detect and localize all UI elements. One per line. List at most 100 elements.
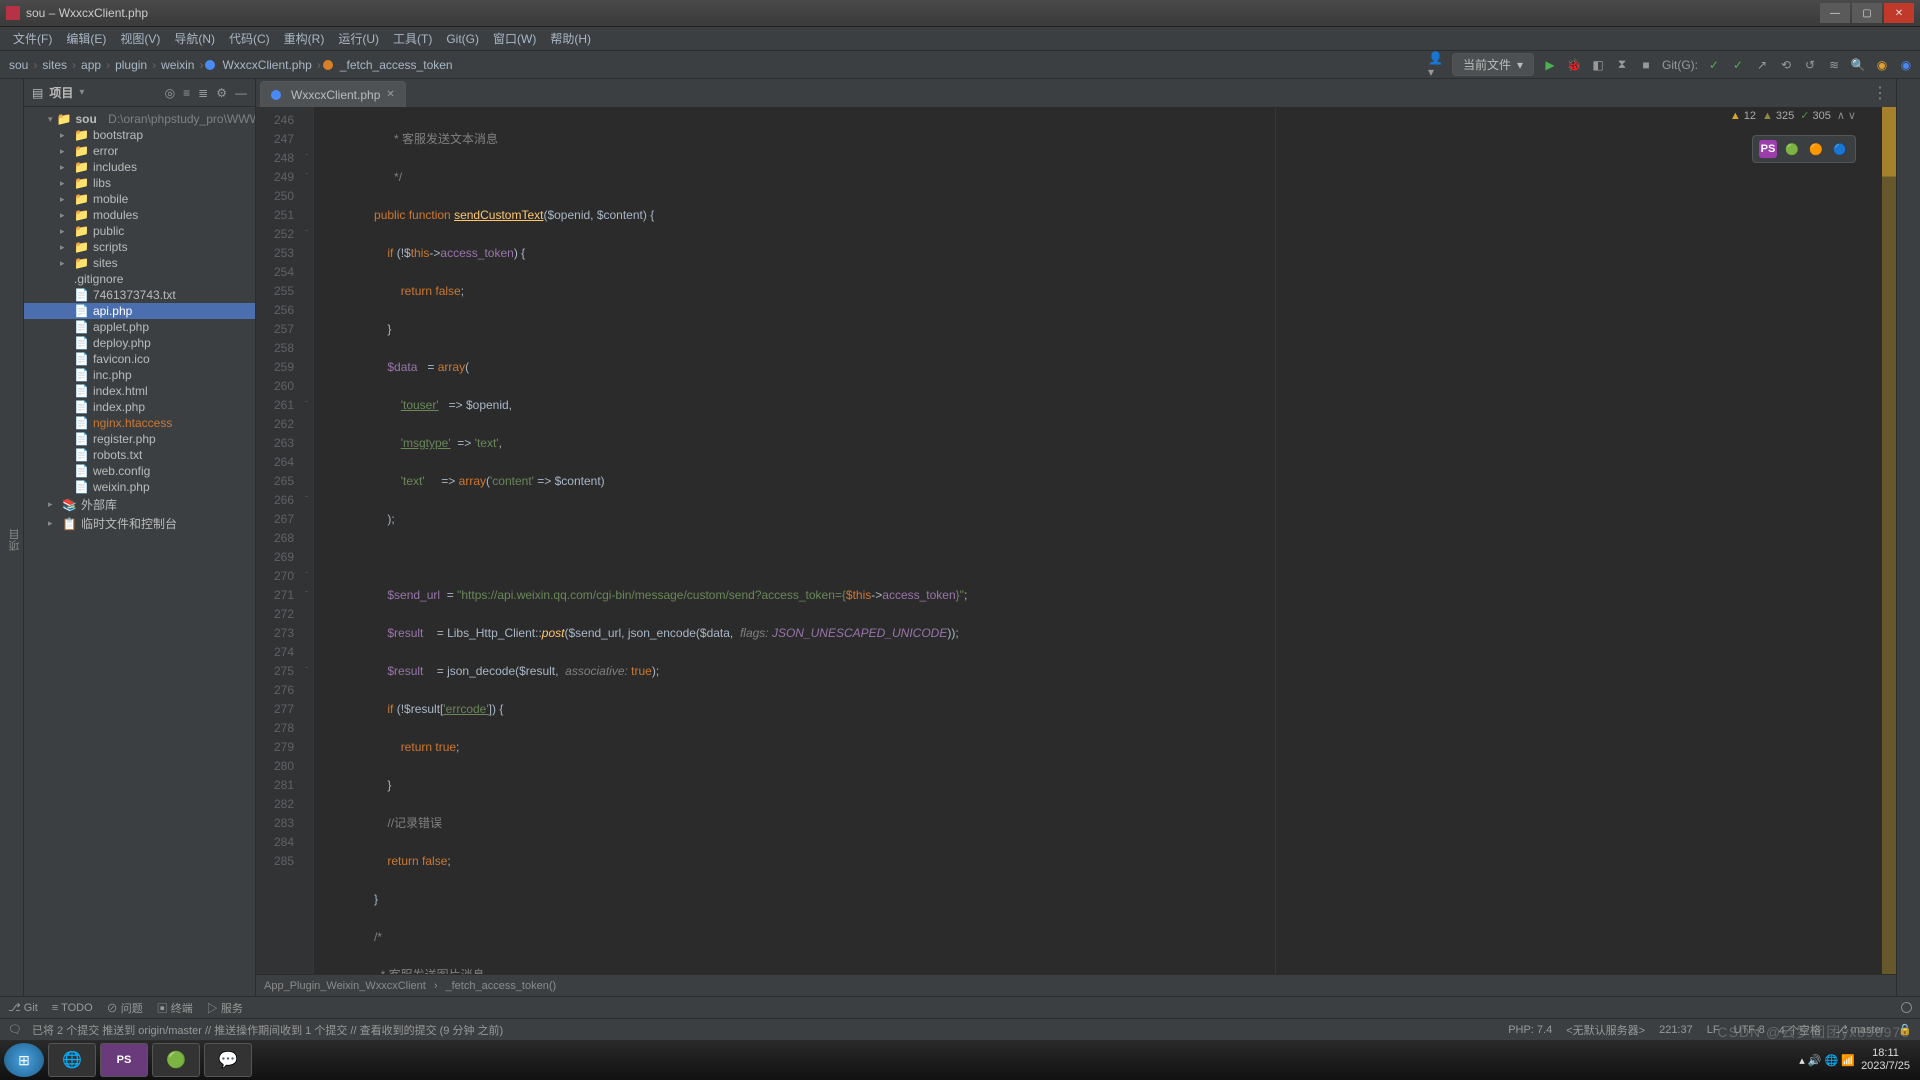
status-php[interactable]: PHP: 7.4: [1508, 1024, 1552, 1036]
menu-git[interactable]: Git(G): [439, 32, 486, 46]
menu-view[interactable]: 视图(V): [113, 30, 167, 47]
tree-file-selected[interactable]: 📄 api.php: [24, 303, 255, 319]
crumb-root[interactable]: sou: [6, 58, 31, 72]
tree-file[interactable]: 📄 web.config: [24, 463, 255, 479]
run-configuration[interactable]: 当前文件▾: [1452, 53, 1534, 76]
tray-icons[interactable]: ▴ 🔊 🌐 📶: [1799, 1054, 1855, 1067]
inspections-widget[interactable]: 12 325 305 ∧ ∨: [1730, 109, 1856, 122]
gear-icon[interactable]: ⚙: [216, 86, 227, 100]
class-crumb[interactable]: App_Plugin_Weixin_WxxcxClient: [264, 980, 426, 992]
profiler-icon[interactable]: ⧗: [1614, 57, 1630, 73]
crumb-method[interactable]: _fetch_access_token: [337, 58, 456, 72]
code-with-me-icon[interactable]: ≋: [1826, 57, 1842, 73]
bt-todo[interactable]: ≡ TODO: [52, 1002, 93, 1014]
crumb-sites[interactable]: sites: [39, 58, 70, 72]
start-button[interactable]: ⊞: [4, 1043, 44, 1077]
bt-problems[interactable]: ⊘ 问题: [107, 1000, 143, 1016]
tree-file[interactable]: .gitignore: [24, 271, 255, 287]
event-log-icon[interactable]: [1901, 1002, 1912, 1013]
ide-settings-icon[interactable]: ◉: [1874, 57, 1890, 73]
phpstorm-icon[interactable]: PS: [1759, 140, 1777, 158]
tree-file[interactable]: 📄 weixin.php: [24, 479, 255, 495]
task-chrome[interactable]: 🟢: [152, 1043, 200, 1077]
task-wechat[interactable]: 💬: [204, 1043, 252, 1077]
minimize-button[interactable]: ―: [1820, 3, 1850, 23]
tree-ext-libs[interactable]: ▸📚 外部库: [24, 495, 255, 514]
code-content[interactable]: * 客服发送文本消息 */ public function sendCustom…: [314, 107, 1882, 974]
crumb-weixin[interactable]: weixin: [158, 58, 197, 72]
search-icon[interactable]: 🔍: [1850, 57, 1866, 73]
tree-folder[interactable]: ▸📁 includes: [24, 159, 255, 175]
debug-icon[interactable]: 🐞: [1566, 57, 1582, 73]
git-push-icon[interactable]: ↗: [1754, 57, 1770, 73]
task-phpstorm[interactable]: PS: [100, 1043, 148, 1077]
close-button[interactable]: ✕: [1884, 3, 1914, 23]
crumb-plugin[interactable]: plugin: [112, 58, 150, 72]
error-stripe[interactable]: [1882, 107, 1896, 974]
bt-terminal[interactable]: ▣ 终端: [157, 1000, 193, 1016]
maximize-button[interactable]: ▢: [1852, 3, 1882, 23]
tree-scratches[interactable]: ▸📋 临时文件和控制台: [24, 514, 255, 533]
open-in-browser[interactable]: PS 🟢 🟠 🔵: [1752, 135, 1856, 163]
tabs-menu-icon[interactable]: ⋮: [1872, 83, 1888, 103]
tree-folder[interactable]: ▸📁 public: [24, 223, 255, 239]
tree-folder[interactable]: ▸📁 libs: [24, 175, 255, 191]
menu-file[interactable]: 文件(F): [6, 30, 59, 47]
edge-icon[interactable]: 🔵: [1831, 140, 1849, 158]
collapse-all-icon[interactable]: ≣: [198, 86, 208, 100]
bt-services[interactable]: ▷ 服务: [207, 1000, 243, 1016]
git-update-icon[interactable]: ✓: [1706, 57, 1722, 73]
tree-folder[interactable]: ▸📁 sites: [24, 255, 255, 271]
tab-wxxcxclient[interactable]: WxxcxClient.php ✕: [260, 81, 406, 107]
menu-help[interactable]: 帮助(H): [543, 30, 598, 47]
tree-folder[interactable]: ▸📁 bootstrap: [24, 127, 255, 143]
tree-file[interactable]: 📄 inc.php: [24, 367, 255, 383]
status-position[interactable]: 221:37: [1659, 1024, 1693, 1036]
tree-folder[interactable]: ▸📁 modules: [24, 207, 255, 223]
git-history-icon[interactable]: ⟲: [1778, 57, 1794, 73]
menu-edit[interactable]: 编辑(E): [59, 30, 113, 47]
tree-folder[interactable]: ▸📁 mobile: [24, 191, 255, 207]
crumb-file[interactable]: WxxcxClient.php: [219, 58, 314, 72]
menu-code[interactable]: 代码(C): [222, 30, 277, 47]
firefox-icon[interactable]: 🟠: [1807, 140, 1825, 158]
menu-run[interactable]: 运行(U): [331, 30, 386, 47]
git-rollback-icon[interactable]: ↺: [1802, 57, 1818, 73]
menu-refactor[interactable]: 重构(R): [277, 30, 332, 47]
hide-panel-icon[interactable]: ―: [235, 86, 247, 100]
stop-icon[interactable]: ■: [1638, 57, 1654, 73]
chrome-icon[interactable]: 🟢: [1783, 140, 1801, 158]
taskbar-date[interactable]: 2023/7/25: [1861, 1060, 1910, 1073]
code-editor[interactable]: 12 325 305 ∧ ∨ PS 🟢 🟠 🔵 2462472482492502…: [256, 107, 1896, 974]
project-tool-button[interactable]: 项目: [7, 529, 23, 551]
coverage-icon[interactable]: ◧: [1590, 57, 1606, 73]
tree-file[interactable]: 📄 robots.txt: [24, 447, 255, 463]
tree-file[interactable]: 📄 register.php: [24, 431, 255, 447]
expand-all-icon[interactable]: ≡: [183, 86, 190, 100]
tree-folder[interactable]: ▸📁 scripts: [24, 239, 255, 255]
tree-file[interactable]: 📄 index.php: [24, 399, 255, 415]
add-user-icon[interactable]: 👤▾: [1428, 57, 1444, 73]
method-crumb[interactable]: _fetch_access_token(): [446, 980, 557, 992]
tree-file[interactable]: 📄 deploy.php: [24, 335, 255, 351]
tree-file[interactable]: 📄 7461373743.txt: [24, 287, 255, 303]
tree-folder[interactable]: ▸📁 error: [24, 143, 255, 159]
menu-tools[interactable]: 工具(T): [386, 30, 439, 47]
menu-navigate[interactable]: 导航(N): [167, 30, 222, 47]
tree-file[interactable]: 📄 applet.php: [24, 319, 255, 335]
status-notification-icon[interactable]: 🗨: [8, 1023, 22, 1036]
menu-window[interactable]: 窗口(W): [486, 30, 543, 47]
tree-file[interactable]: 📄 favicon.ico: [24, 351, 255, 367]
user-icon[interactable]: ◉: [1898, 57, 1914, 73]
tree-file[interactable]: 📄 index.html: [24, 383, 255, 399]
bt-git[interactable]: ⎇ Git: [8, 1001, 38, 1014]
tree-root[interactable]: ▾📁sou D:\oran\phpstudy_pro\WWW\sou: [24, 111, 255, 127]
status-server[interactable]: <无默认服务器>: [1566, 1022, 1645, 1038]
select-opened-icon[interactable]: ◎: [165, 86, 175, 100]
crumb-app[interactable]: app: [78, 58, 104, 72]
run-icon[interactable]: ▶: [1542, 57, 1558, 73]
task-app1[interactable]: 🌐: [48, 1043, 96, 1077]
close-icon[interactable]: ✕: [386, 89, 394, 100]
tree-file[interactable]: 📄 nginx.htaccess: [24, 415, 255, 431]
git-commit-icon[interactable]: ✓: [1730, 57, 1746, 73]
